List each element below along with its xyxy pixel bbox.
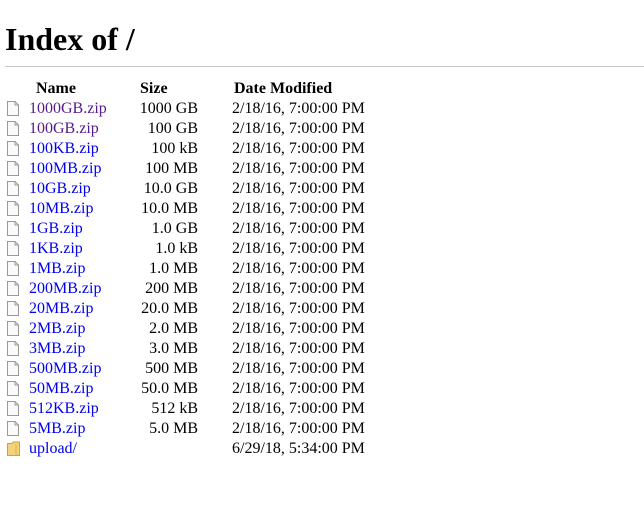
column-header-date[interactable]: Date Modified: [234, 79, 332, 99]
folder-icon: [7, 441, 20, 456]
file-icon: [7, 141, 19, 156]
file-date: 2/18/16, 7:00:00 PM: [232, 240, 365, 257]
file-row: 10GB.zip 10.0 GB 2/18/16, 7:00:00 PM: [0, 179, 644, 199]
file-date: 2/18/16, 7:00:00 PM: [232, 120, 365, 137]
file-icon: [7, 101, 19, 116]
file-icon: [7, 241, 19, 256]
file-date: 2/18/16, 7:00:00 PM: [232, 380, 365, 397]
divider: [5, 66, 644, 67]
file-icon: [7, 421, 19, 436]
file-size: 512 kB: [151, 400, 198, 417]
file-size: 2.0 MB: [149, 320, 198, 337]
file-date: 2/18/16, 7:00:00 PM: [232, 220, 365, 237]
file-size: 10.0 GB: [143, 180, 198, 197]
file-icon: [7, 221, 19, 236]
file-row: 3MB.zip 3.0 MB 2/18/16, 7:00:00 PM: [0, 339, 644, 359]
file-date: 2/18/16, 7:00:00 PM: [232, 200, 365, 217]
file-size: 1.0 MB: [149, 260, 198, 277]
file-link[interactable]: 200MB.zip: [29, 279, 101, 299]
file-icon: [7, 181, 19, 196]
file-row: 1GB.zip 1.0 GB 2/18/16, 7:00:00 PM: [0, 219, 644, 239]
file-icon: [7, 201, 19, 216]
file-size: 1000 GB: [139, 100, 198, 117]
file-icon: [7, 401, 19, 416]
file-row: 1000GB.zip 1000 GB 2/18/16, 7:00:00 PM: [0, 99, 644, 119]
file-row: 500MB.zip 500 MB 2/18/16, 7:00:00 PM: [0, 359, 644, 379]
file-row: 100MB.zip 100 MB 2/18/16, 7:00:00 PM: [0, 159, 644, 179]
file-size: 200 MB: [145, 280, 198, 297]
file-link[interactable]: 20MB.zip: [29, 299, 93, 319]
file-icon: [7, 121, 19, 136]
file-link[interactable]: 1000GB.zip: [29, 99, 107, 119]
file-link[interactable]: 1MB.zip: [29, 259, 85, 279]
file-date: 2/18/16, 7:00:00 PM: [232, 180, 365, 197]
file-size: 1.0 GB: [151, 220, 198, 237]
file-icon: [7, 161, 19, 176]
file-size: 5.0 MB: [149, 420, 198, 437]
file-size: 100 GB: [147, 120, 198, 137]
file-link[interactable]: 100MB.zip: [29, 159, 101, 179]
file-date: 2/18/16, 7:00:00 PM: [232, 300, 365, 317]
file-link[interactable]: 3MB.zip: [29, 339, 85, 359]
file-date: 2/18/16, 7:00:00 PM: [232, 340, 365, 357]
file-row: 5MB.zip 5.0 MB 2/18/16, 7:00:00 PM: [0, 419, 644, 439]
file-icon: [7, 261, 19, 276]
file-link[interactable]: 50MB.zip: [29, 379, 93, 399]
file-link[interactable]: 512KB.zip: [29, 399, 99, 419]
file-icon: [7, 381, 19, 396]
file-date: 2/18/16, 7:00:00 PM: [232, 260, 365, 277]
file-icon: [7, 341, 19, 356]
file-date: 6/29/18, 5:34:00 PM: [232, 440, 365, 457]
file-icon: [7, 321, 19, 336]
file-row: 20MB.zip 20.0 MB 2/18/16, 7:00:00 PM: [0, 299, 644, 319]
file-link[interactable]: 5MB.zip: [29, 419, 85, 439]
file-row: 200MB.zip 200 MB 2/18/16, 7:00:00 PM: [0, 279, 644, 299]
file-link[interactable]: 500MB.zip: [29, 359, 101, 379]
file-size: 20.0 MB: [141, 300, 198, 317]
file-link[interactable]: 100KB.zip: [29, 139, 99, 159]
file-link[interactable]: 1KB.zip: [29, 239, 83, 259]
file-link[interactable]: 2MB.zip: [29, 319, 85, 339]
file-row: 100KB.zip 100 kB 2/18/16, 7:00:00 PM: [0, 139, 644, 159]
file-date: 2/18/16, 7:00:00 PM: [232, 420, 365, 437]
file-row: 50MB.zip 50.0 MB 2/18/16, 7:00:00 PM: [0, 379, 644, 399]
file-date: 2/18/16, 7:00:00 PM: [232, 320, 365, 337]
file-size: 100 MB: [145, 160, 198, 177]
file-date: 2/18/16, 7:00:00 PM: [232, 140, 365, 157]
file-date: 2/18/16, 7:00:00 PM: [232, 400, 365, 417]
file-size: 500 MB: [145, 360, 198, 377]
file-size: 1.0 kB: [155, 240, 198, 257]
page-title: Index of /: [5, 21, 135, 57]
file-row: 512KB.zip 512 kB 2/18/16, 7:00:00 PM: [0, 399, 644, 419]
file-link[interactable]: upload/: [29, 439, 77, 459]
file-size: 100 kB: [151, 140, 198, 157]
file-size: 3.0 MB: [149, 340, 198, 357]
file-date: 2/18/16, 7:00:00 PM: [232, 360, 365, 377]
file-size: 50.0 MB: [141, 380, 198, 397]
file-row: 1KB.zip 1.0 kB 2/18/16, 7:00:00 PM: [0, 239, 644, 259]
file-icon: [7, 361, 19, 376]
file-row: 100GB.zip 100 GB 2/18/16, 7:00:00 PM: [0, 119, 644, 139]
file-icon: [7, 301, 19, 316]
file-date: 2/18/16, 7:00:00 PM: [232, 100, 365, 117]
folder-row: upload/6/29/18, 5:34:00 PM: [0, 439, 644, 459]
file-size: 10.0 MB: [141, 200, 198, 217]
file-icon: [7, 281, 19, 296]
column-header-name[interactable]: Name: [36, 79, 76, 99]
file-row: 2MB.zip 2.0 MB 2/18/16, 7:00:00 PM: [0, 319, 644, 339]
file-link[interactable]: 10GB.zip: [29, 179, 91, 199]
column-header-size[interactable]: Size: [140, 79, 168, 99]
file-link[interactable]: 1GB.zip: [29, 219, 83, 239]
file-row: 1MB.zip 1.0 MB 2/18/16, 7:00:00 PM: [0, 259, 644, 279]
file-link[interactable]: 100GB.zip: [29, 119, 99, 139]
file-date: 2/18/16, 7:00:00 PM: [232, 160, 365, 177]
file-row: 10MB.zip 10.0 MB 2/18/16, 7:00:00 PM: [0, 199, 644, 219]
file-link[interactable]: 10MB.zip: [29, 199, 93, 219]
file-date: 2/18/16, 7:00:00 PM: [232, 280, 365, 297]
